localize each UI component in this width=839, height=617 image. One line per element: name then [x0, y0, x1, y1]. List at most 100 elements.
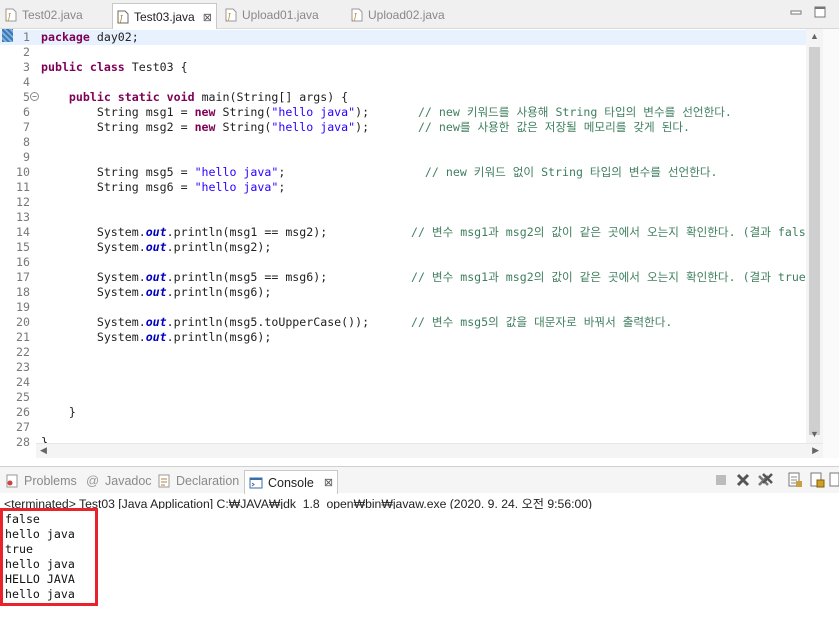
code-text: }	[41, 405, 76, 420]
code-line[interactable]: 13	[0, 210, 820, 225]
line-number: 17	[16, 270, 30, 284]
scroll-lock-icon[interactable]	[809, 472, 825, 488]
console-icon	[249, 476, 263, 490]
tab-test03[interactable]: J Test03.java ⊠	[112, 3, 217, 30]
code-line[interactable]: 1 package day02;	[0, 30, 820, 45]
clear-console-icon[interactable]	[787, 472, 803, 488]
tab-console[interactable]: Console ⊠	[244, 470, 339, 494]
code-line[interactable]: 15 System.out.println(msg2);	[0, 240, 820, 255]
code-editor[interactable]: 1 package day02; 2 3 public class Test03 {4 5…	[0, 29, 839, 452]
editor-horizontal-scrollbar[interactable]: ◀ ▶	[36, 443, 823, 458]
code-line[interactable]: 18 System.out.println(msg6);	[0, 285, 820, 300]
code-token: ;	[278, 165, 425, 179]
code-line[interactable]: 4	[0, 75, 820, 90]
scroll-right-icon[interactable]: ▶	[812, 445, 819, 456]
scroll-down-icon[interactable]: ▼	[810, 429, 819, 439]
code-token: public	[68, 90, 111, 104]
code-line[interactable]: 27	[0, 420, 820, 435]
tab-test02[interactable]: J Test02.java	[5, 4, 83, 26]
code-token: static	[117, 90, 160, 104]
line-number: 22	[16, 345, 30, 359]
line-number: 20	[16, 315, 30, 329]
code-line[interactable]: 16	[0, 255, 820, 270]
close-tab-icon[interactable]: ⊠	[324, 476, 333, 489]
terminate-icon[interactable]	[713, 472, 729, 488]
code-text: public class Test03 {	[41, 60, 188, 75]
line-number: 28	[16, 435, 30, 449]
code-line[interactable]: 19	[0, 300, 820, 315]
code-token: // new 키워드를 사용해 String 타입의 변수를 선언한다.	[417, 105, 732, 119]
remove-launch-icon[interactable]	[735, 472, 751, 488]
tab-javadoc[interactable]: @ Javadoc	[86, 471, 152, 491]
scrollbar-thumb[interactable]	[809, 47, 820, 435]
minimize-icon[interactable]	[790, 6, 802, 18]
tab-label: Problems	[24, 474, 77, 488]
code-token: out	[145, 330, 167, 344]
code-token: System.	[41, 285, 146, 299]
code-token: Test03 {	[124, 60, 188, 74]
code-line[interactable]: 14 System.out.println(msg1 == msg2); // …	[0, 225, 820, 240]
console-output[interactable]: false hello java true hello java HELLO J…	[0, 509, 839, 617]
code-line[interactable]: 7 String msg2 = new String("hello java")…	[0, 120, 820, 135]
code-line[interactable]: 24	[0, 375, 820, 390]
code-text: String msg1 = new String("hello java"); …	[41, 105, 732, 120]
code-token: main(String[] args) {	[194, 90, 349, 104]
line-number: 10	[16, 165, 30, 179]
word-wrap-icon[interactable]	[829, 472, 839, 488]
code-text: System.out.println(msg5.toUpperCase()); …	[41, 315, 673, 330]
line-number: 21	[16, 330, 30, 344]
scroll-up-icon[interactable]: ▲	[810, 31, 819, 41]
java-file-icon: J	[117, 10, 129, 24]
code-token: // 변수 msg1과 msg2의 값이 같은 곳에서 오는지 확인한다. (결…	[410, 225, 820, 239]
code-line[interactable]: 23	[0, 360, 820, 375]
code-line[interactable]: 5− public static void main(String[] args…	[0, 90, 820, 105]
code-line[interactable]: 17 System.out.println(msg5 == msg6); // …	[0, 270, 820, 285]
maximize-icon[interactable]	[814, 6, 826, 18]
tab-label: Upload01.java	[242, 8, 319, 22]
code-line[interactable]: 21 System.out.println(msg6);	[0, 330, 820, 345]
code-text: System.out.println(msg2);	[41, 240, 272, 255]
code-token: out	[145, 285, 167, 299]
editor-vertical-scrollbar[interactable]: ▲ ▼	[806, 29, 823, 443]
line-number: 19	[16, 300, 30, 314]
code-line[interactable]: 2	[0, 45, 820, 60]
code-token: // 변수 msg5의 값을 대문자로 바꿔서 출력한다.	[410, 315, 673, 329]
code-token: new	[194, 120, 216, 134]
code-token: .println(msg2);	[166, 240, 272, 254]
tab-declaration[interactable]: Declaration	[157, 471, 239, 491]
line-number: 27	[16, 420, 30, 434]
code-line[interactable]: 6 String msg1 = new String("hello java")…	[0, 105, 820, 120]
code-token: "hello java"	[271, 105, 356, 119]
declaration-icon	[157, 474, 171, 488]
remove-all-terminated-icon[interactable]	[757, 472, 773, 488]
code-line[interactable]: 9	[0, 150, 820, 165]
code-line[interactable]: 12	[0, 195, 820, 210]
scroll-left-icon[interactable]: ◀	[40, 445, 47, 456]
code-line[interactable]: 22	[0, 345, 820, 360]
code-text: public static void main(String[] args) {	[41, 90, 348, 105]
code-line[interactable]: 8	[0, 135, 820, 150]
code-line[interactable]: 11 String msg6 = "hello java";	[0, 180, 820, 195]
code-token: // new를 사용한 값은 저장될 메모리를 갖게 된다.	[417, 120, 691, 134]
close-tab-icon[interactable]: ⊠	[203, 11, 212, 24]
fold-toggle-icon[interactable]: −	[30, 92, 39, 101]
code-line[interactable]: 20 System.out.println(msg5.toUpperCase()…	[0, 315, 820, 330]
tab-upload02[interactable]: J Upload02.java	[351, 4, 445, 26]
line-number: 14	[16, 225, 30, 239]
code-line[interactable]: 25	[0, 390, 820, 405]
code-token: out	[145, 270, 167, 284]
tab-upload01[interactable]: J Upload01.java	[225, 4, 319, 26]
java-file-icon: J	[5, 8, 17, 22]
tab-problems[interactable]: Problems	[5, 471, 77, 491]
code-token: }	[41, 405, 76, 419]
code-line[interactable]: 3 public class Test03 {	[0, 60, 820, 75]
line-number: 4	[23, 75, 30, 89]
java-file-icon: J	[225, 8, 237, 22]
line-number: 6	[23, 105, 30, 119]
code-line[interactable]: 26 }	[0, 405, 820, 420]
line-number: 2	[23, 45, 30, 59]
code-line[interactable]: 10 String msg5 = "hello java"; // new 키워…	[0, 165, 820, 180]
tab-label: Test02.java	[22, 8, 83, 22]
